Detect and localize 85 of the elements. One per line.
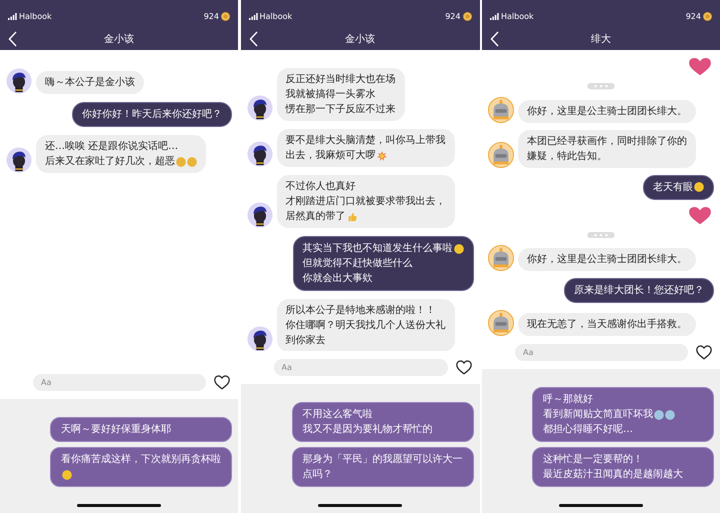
message-text: 原来是绯大团长！您还好吧？ xyxy=(574,284,704,298)
message-text: 要不是绯大头脑清楚，叫你马上带我 xyxy=(286,134,446,148)
message-text: 不用这么客气啦 xyxy=(302,408,372,422)
message-text: 其实当下我也不知道发生什么事啦 xyxy=(302,242,452,256)
typing-indicator xyxy=(586,232,616,238)
back-icon[interactable] xyxy=(248,31,258,47)
avatar-icon xyxy=(488,245,514,271)
message-text: 嫌疑，特此告知。 xyxy=(527,150,607,164)
signal-icon xyxy=(490,12,499,20)
message-text: 本团已经寻获画作，同时排除了你的 xyxy=(527,134,687,148)
chat-title: 金小该 xyxy=(104,32,134,46)
emoji-icon xyxy=(62,470,72,480)
message-text: 都担心得睡不好呢… xyxy=(543,422,633,437)
message-text: 天啊～要好好保重身体耶 xyxy=(61,422,171,437)
back-icon[interactable] xyxy=(8,31,18,47)
emoji-icon xyxy=(454,244,464,254)
message-text: 我就被搞得一头雾水 xyxy=(286,88,376,102)
message-text: 后来又在家吐了好几次，超恶 xyxy=(45,154,175,169)
message-text: 你住哪啊？明天我找几个人送份大礼 xyxy=(286,318,446,333)
message-text: 居然真的带了 xyxy=(286,210,346,224)
heart-icon[interactable] xyxy=(456,360,472,375)
coin-icon xyxy=(703,12,712,20)
message-text: 但就觉得不赶快做些什么 xyxy=(302,256,412,271)
signal-icon xyxy=(8,12,17,20)
message-text: 反正还好当时绯大也在场 xyxy=(286,72,396,87)
reply-option[interactable]: 不用这么客气啦 我又不是因为要礼物才帮忙的 xyxy=(292,402,474,442)
heart-icon[interactable] xyxy=(214,375,230,390)
message-input[interactable]: Aa xyxy=(515,344,688,361)
message-text: 你就会出大事欸 xyxy=(302,272,372,286)
avatar-icon xyxy=(488,96,514,122)
heart-icon xyxy=(688,206,712,225)
avatar-icon xyxy=(488,142,514,168)
avatar-icon xyxy=(246,326,272,351)
message-text: 看你痛苦成这样，下次就别再贪杯啦 xyxy=(61,452,221,467)
reply-option[interactable]: 天啊～要好好保重身体耶 xyxy=(50,417,232,442)
message-text: 你好，这里是公主骑士团团长绯大。 xyxy=(527,104,687,118)
message-text: 这种忙是一定要帮的！ xyxy=(543,452,643,467)
thumbs-up-icon xyxy=(346,212,356,222)
chat-title: 绯大 xyxy=(591,32,611,46)
message-text: 所以本公子是特地来感谢的啦！！ xyxy=(286,304,436,318)
message-input[interactable]: Aa xyxy=(33,374,206,391)
message-text: 出去，我麻烦可大啰 xyxy=(286,148,376,163)
heart-icon xyxy=(688,58,712,76)
message-text: 不过你人也真好 xyxy=(286,180,356,194)
back-icon[interactable] xyxy=(490,31,500,47)
avatar-icon xyxy=(488,310,514,336)
carrier-name: Halbook xyxy=(19,12,52,20)
message-text: 你好，这里是公主骑士团团长绯大。 xyxy=(527,252,687,267)
avatar-icon xyxy=(6,68,32,94)
burst-icon xyxy=(376,150,386,160)
message-text: 最近皮菇汁丑闻真的是越闹越大 xyxy=(543,468,683,482)
message-text: 点吗？ xyxy=(302,468,332,482)
reply-option[interactable]: 呼～那就好 看到新闻贴文简直吓坏我 都担心得睡不好呢… xyxy=(532,387,714,442)
carrier-name: Halbook xyxy=(260,12,292,20)
heart-icon[interactable] xyxy=(696,345,712,360)
reply-option[interactable]: 看你痛苦成这样，下次就别再贪杯啦 xyxy=(50,447,232,487)
typing-indicator xyxy=(586,83,616,90)
message-text: 你好你好！昨天后来你还好吧？ xyxy=(82,108,222,122)
reply-option[interactable]: 那身为「平民」的我愿望可以许大一 点吗？ xyxy=(292,447,474,487)
message-text: 看到新闻贴文简直吓坏我 xyxy=(543,408,653,422)
avatar-icon xyxy=(246,95,272,121)
coin-count: 924 xyxy=(686,12,701,20)
message-text: 老天有眼 xyxy=(653,180,693,194)
coin-icon xyxy=(221,12,230,20)
signal-icon xyxy=(248,12,258,20)
avatar-icon xyxy=(246,202,272,228)
emoji-icon xyxy=(694,182,704,192)
message-text: 还…唉唉 还是跟你说实话吧… xyxy=(45,140,178,154)
message-input[interactable]: Aa xyxy=(274,359,448,376)
message-text: 呼～那就好 xyxy=(543,392,593,407)
message-text: 我又不是因为要礼物才帮忙的 xyxy=(302,422,432,437)
avatar-icon xyxy=(246,141,272,167)
carrier-name: Halbook xyxy=(501,12,534,20)
message-text: 那身为「平民」的我愿望可以许大一 xyxy=(302,452,462,467)
message-text: 到你家去 xyxy=(286,334,326,348)
chat-title: 金小该 xyxy=(345,32,375,46)
coin-icon xyxy=(462,12,472,20)
message-text: 愣在那一下子反应不过来 xyxy=(286,102,396,117)
message-text: 才刚踏进店门口就被要求带我出去， xyxy=(286,194,446,209)
reply-option[interactable]: 这种忙是一定要帮的！ 最近皮菇汁丑闻真的是越闹越大 xyxy=(532,447,714,487)
coin-count: 924 xyxy=(204,12,219,20)
message-text: 现在无恙了，当天感谢你出手搭救。 xyxy=(527,318,687,332)
message-text: 嗨～本公子是金小该 xyxy=(45,76,135,90)
avatar-icon xyxy=(6,147,32,173)
coin-count: 924 xyxy=(445,12,460,20)
